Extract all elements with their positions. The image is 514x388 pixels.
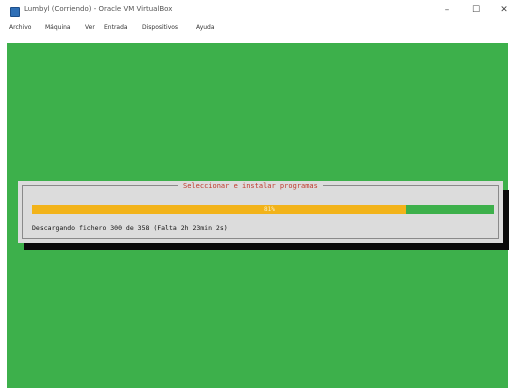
menu-ayuda[interactable]: Ayuda [196,23,215,33]
menu-entrada[interactable]: Entrada [104,23,128,33]
menu-archivo[interactable]: Archivo [9,23,31,33]
minimize-icon[interactable]: – [437,4,457,17]
dialog-title: Seleccionar e instalar programas [178,182,323,190]
installer-dialog: Seleccionar e instalar programas 81% Des… [18,181,503,243]
dialog-frame: Seleccionar e instalar programas 81% Des… [22,182,499,239]
menu-dispositivos[interactable]: Dispositivos [142,23,178,33]
virtualbox-window: Lumbyl (Corriendo) - Oracle VM VirtualBo… [0,0,514,388]
window-title: Lumbyl (Corriendo) - Oracle VM VirtualBo… [24,5,173,13]
progress-percent: 81% [264,206,275,213]
title-bar[interactable]: Lumbyl (Corriendo) - Oracle VM VirtualBo… [0,0,514,22]
vm-display[interactable]: Seleccionar e instalar programas 81% Des… [7,43,509,388]
download-status: Descargando fichero 300 de 358 (Falta 2h… [32,224,228,232]
progress-fill [32,205,407,214]
close-icon[interactable]: ✕ [494,4,514,17]
progress-bar: 81% [32,205,494,214]
maximize-icon[interactable]: ☐ [466,4,486,17]
menu-ver[interactable]: Ver [85,23,95,33]
menu-bar: Archivo Máquina Ver Entrada Dispositivos… [0,22,514,34]
menu-maquina[interactable]: Máquina [45,23,71,33]
virtualbox-icon [10,7,20,17]
